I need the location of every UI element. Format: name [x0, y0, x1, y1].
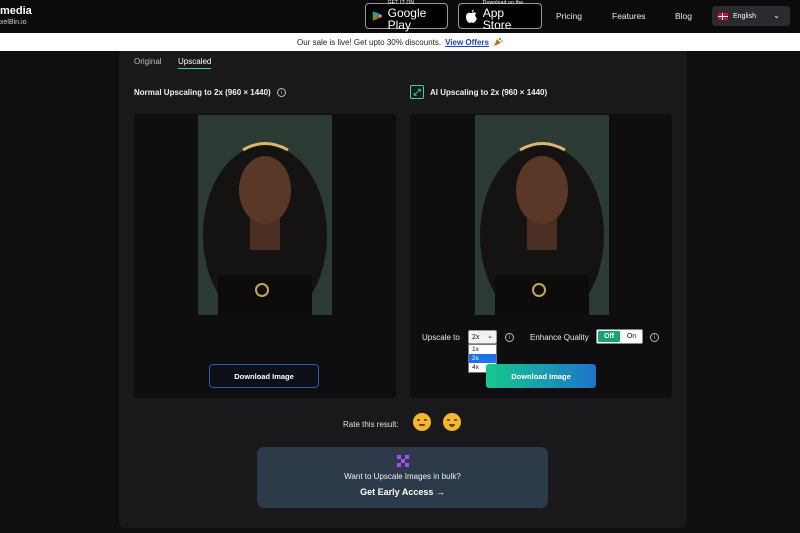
language-label: English: [733, 12, 756, 20]
normal-upscaled-image: [198, 115, 332, 315]
upscale-select-value: 2x: [472, 333, 480, 341]
app-store-button[interactable]: Download on the App Store: [458, 1, 542, 32]
nav-pricing[interactable]: Pricing: [556, 11, 582, 21]
info-icon[interactable]: i: [276, 88, 286, 97]
upscale-option-2x[interactable]: 2x: [469, 354, 496, 363]
download-normal-button[interactable]: Download Image: [209, 364, 319, 388]
brand-line2: xelBin.io: [0, 19, 27, 26]
apple-icon: [465, 9, 477, 23]
language-select[interactable]: English ⌄: [712, 6, 790, 26]
nav-blog[interactable]: Blog: [675, 11, 692, 21]
get-early-access-link[interactable]: Get Early Access →: [257, 487, 548, 497]
ai-upscale-icon: ⤢: [410, 85, 424, 99]
normal-upscale-title-text: Normal Upscaling to 2x (960 × 1440): [134, 88, 271, 97]
promo-question: Want to Upscale Images in bulk?: [344, 472, 461, 481]
party-icon: [493, 38, 503, 46]
download-ai-button[interactable]: Download Image: [486, 364, 596, 388]
chevron-down-icon: ⌄: [773, 11, 780, 20]
rate-label: Rate this result:: [343, 420, 399, 429]
toggle-on[interactable]: On: [621, 330, 642, 343]
normal-upscale-title: Normal Upscaling to 2x (960 × 1440) i: [134, 88, 286, 97]
upscale-option-1x[interactable]: 1x: [469, 345, 496, 354]
google-play-big: Google Play: [387, 6, 427, 32]
upscale-info-icon[interactable]: i: [505, 333, 514, 342]
pixelbin-icon: [397, 455, 409, 467]
neutral-face-icon[interactable]: [413, 413, 431, 431]
brand-logo[interactable]: media xelBin.io: [0, 5, 32, 27]
uk-flag-icon: [718, 12, 728, 20]
sale-banner: Our sale is live! Get upto 30% discounts…: [0, 33, 800, 51]
happy-face-icon[interactable]: [443, 413, 461, 431]
enhance-quality-toggle[interactable]: Off On: [596, 329, 643, 344]
upscale-to-label: Upscale to: [422, 333, 460, 342]
view-offers-link[interactable]: View Offers: [445, 38, 489, 47]
tab-original[interactable]: Original: [134, 57, 162, 66]
ai-upscale-title: ⤢ AI Upscaling to 2x (960 × 1440): [410, 85, 547, 99]
brand-line1: media: [0, 5, 32, 17]
ai-upscale-title-text: AI Upscaling to 2x (960 × 1440): [430, 87, 548, 97]
app-store-big: App Store: [482, 6, 512, 32]
google-play-button[interactable]: GET IT ON Google Play: [365, 1, 448, 32]
enhance-quality-label: Enhance Quality: [530, 333, 589, 342]
ai-upscaled-image: [475, 115, 609, 315]
top-header: media xelBin.io GET IT ON Google Play Do…: [0, 0, 800, 33]
google-play-icon: [372, 11, 382, 21]
upscale-select[interactable]: 2x ⌄: [468, 330, 497, 344]
enhance-info-icon[interactable]: i: [650, 333, 659, 342]
chevron-down-icon: ⌄: [487, 333, 493, 340]
nav-features[interactable]: Features: [612, 11, 646, 21]
toggle-off[interactable]: Off: [598, 331, 620, 342]
tab-upscaled[interactable]: Upscaled: [178, 57, 212, 69]
banner-text: Our sale is live! Get upto 30% discounts…: [297, 37, 442, 47]
